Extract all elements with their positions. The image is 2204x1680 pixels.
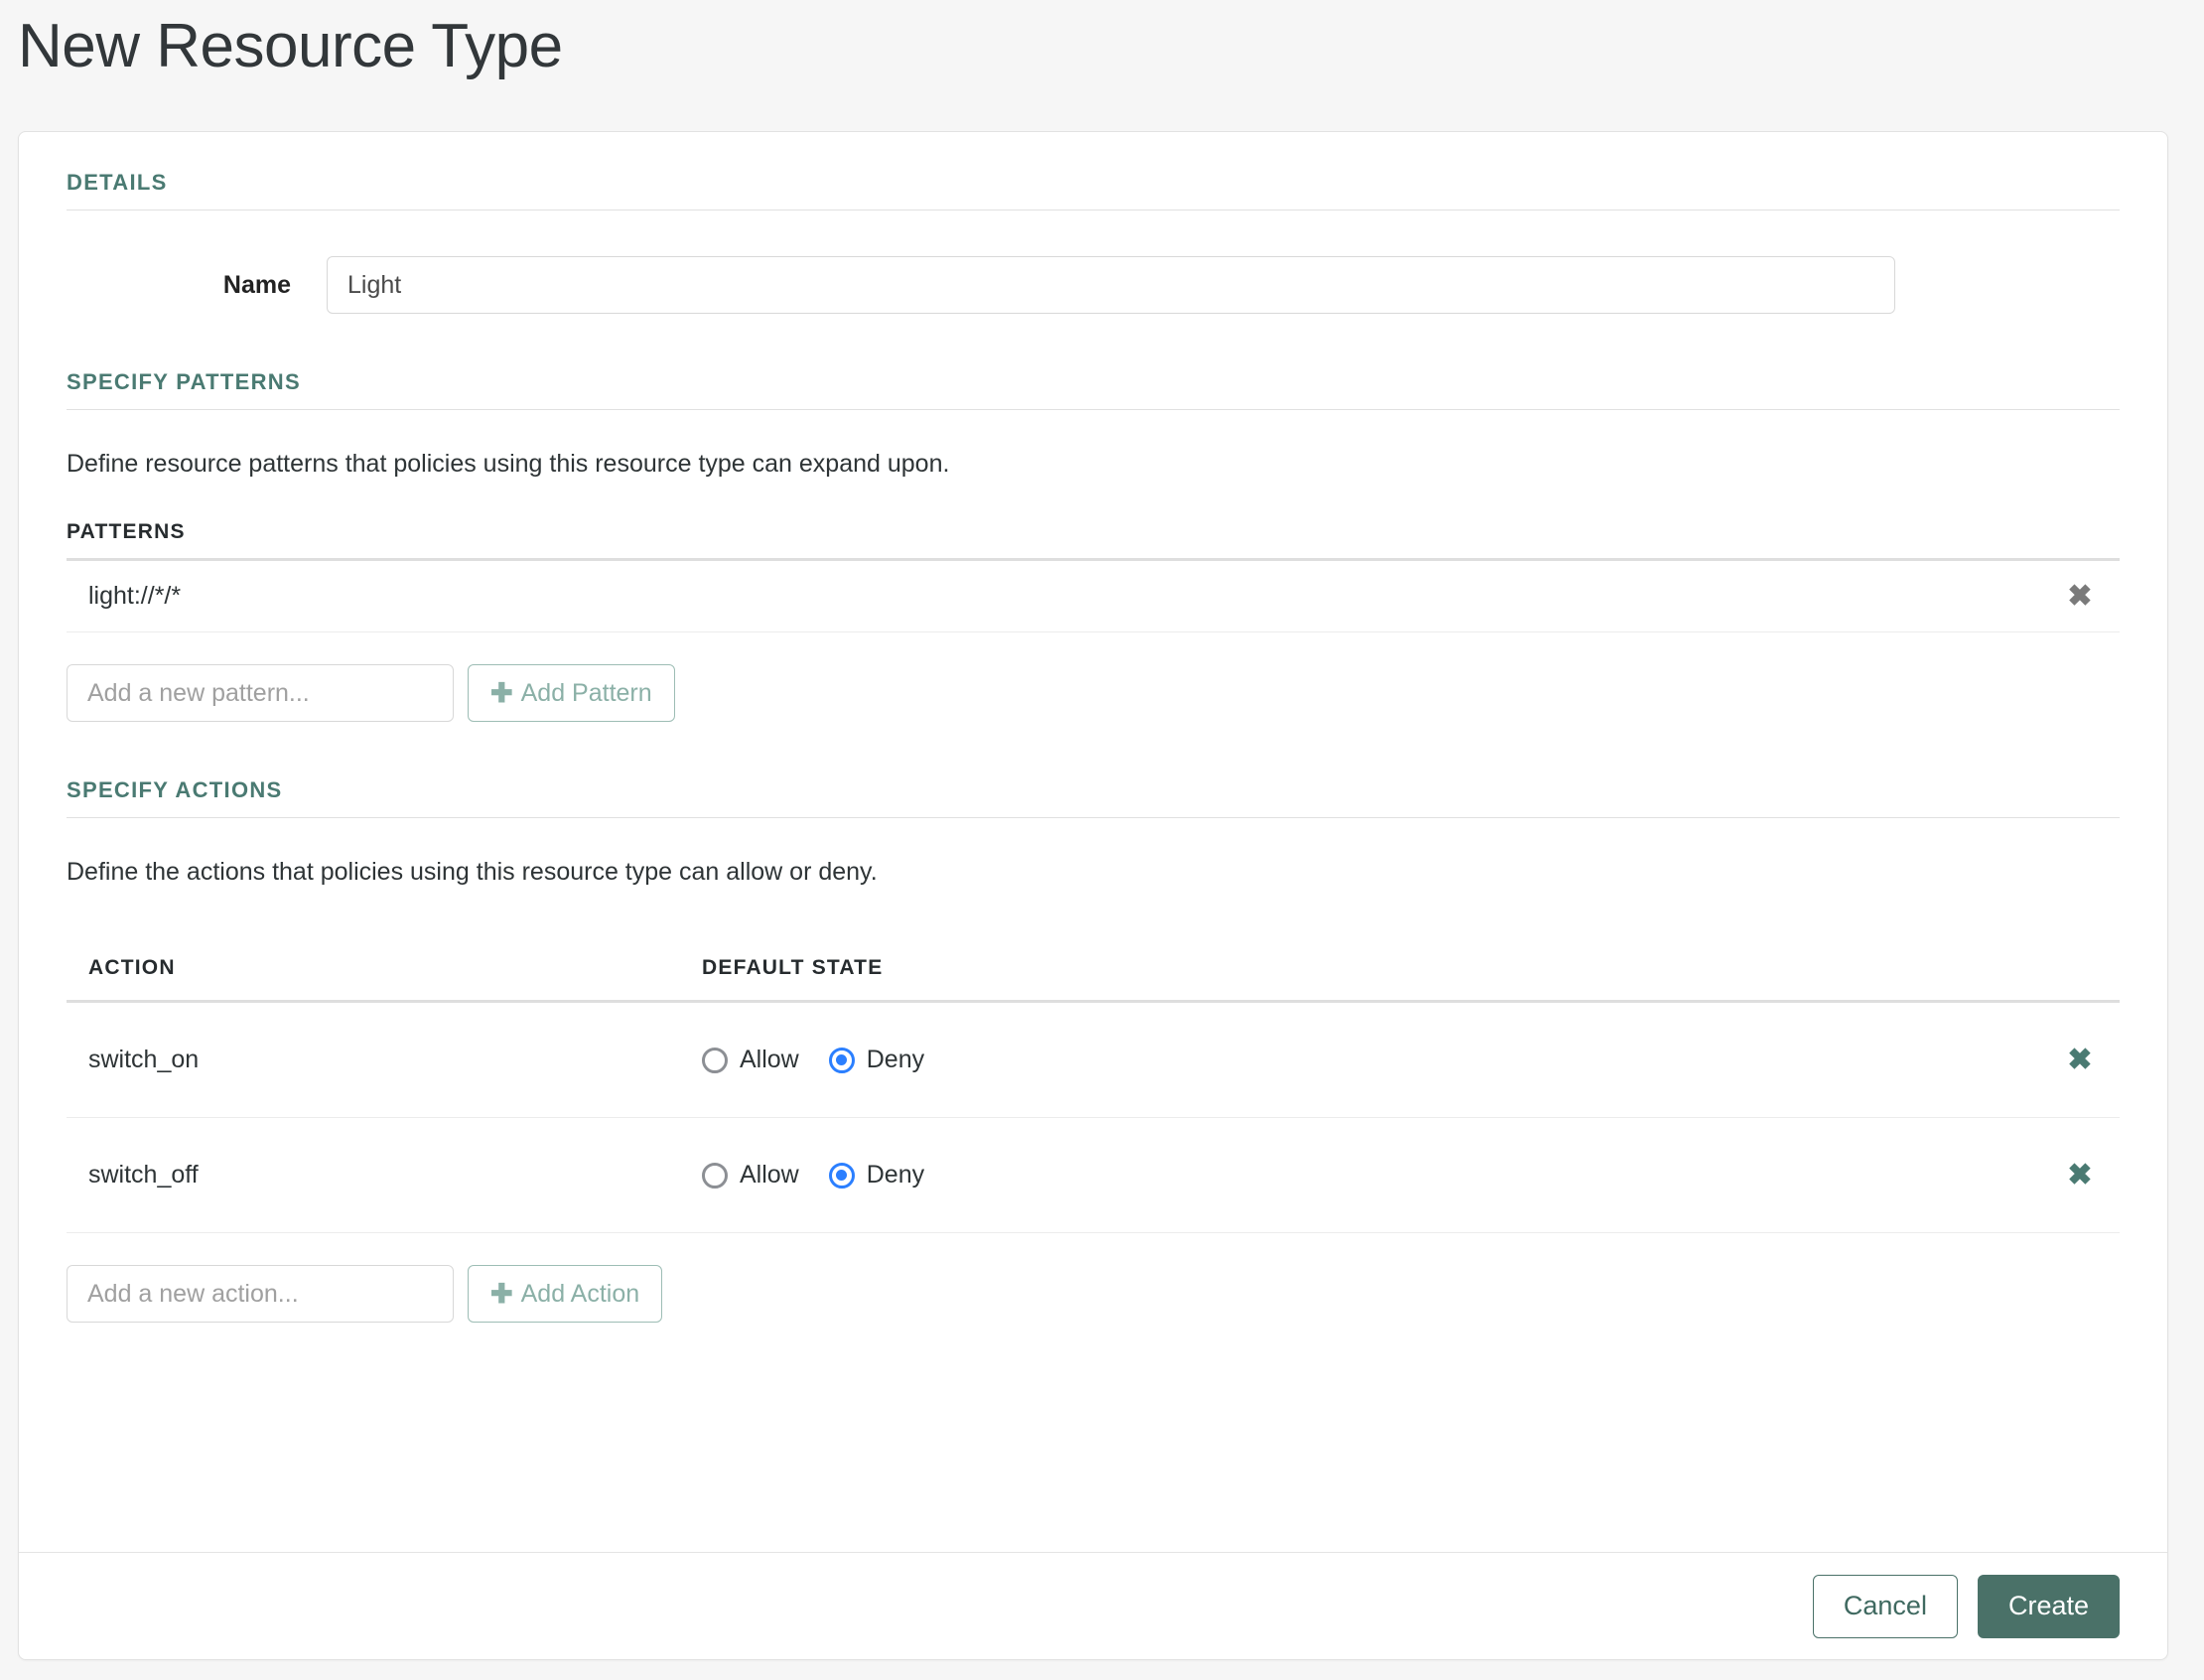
column-header-action: ACTION [67, 956, 702, 980]
page-title: New Resource Type [0, 0, 2204, 78]
radio-deny[interactable]: Deny [829, 1161, 924, 1190]
plus-icon: ✚ [490, 680, 513, 707]
table-row: light://*/* ✖ [67, 561, 2120, 632]
radio-allow-indicator[interactable] [702, 1163, 728, 1189]
specify-patterns-divider [67, 409, 2120, 410]
default-state-radio-group: Allow Deny [702, 1046, 2040, 1074]
default-state-radio-group: Allow Deny [702, 1161, 2040, 1190]
specify-patterns-header: SPECIFY PATTERNS [67, 369, 2120, 395]
add-pattern-row: ✚ Add Pattern [67, 664, 2120, 722]
name-input[interactable] [327, 256, 1895, 314]
radio-allow-label: Allow [740, 1161, 799, 1190]
radio-deny-label: Deny [867, 1046, 924, 1074]
pattern-value: light://*/* [67, 582, 2040, 611]
specify-actions-section: SPECIFY ACTIONS Define the actions that … [67, 722, 2120, 1323]
close-icon[interactable]: ✖ [2040, 582, 2120, 612]
column-header-default-state: DEFAULT STATE [702, 956, 2040, 980]
action-state-cell: Allow Deny [702, 1161, 2040, 1190]
actions-table: ACTION DEFAULT STATE switch_on Allow [67, 942, 2120, 1323]
radio-allow[interactable]: Allow [702, 1046, 799, 1074]
close-icon[interactable]: ✖ [2040, 1161, 2120, 1190]
add-action-button-label: Add Action [521, 1280, 640, 1309]
specify-actions-divider [67, 817, 2120, 818]
patterns-table: PATTERNS light://*/* ✖ ✚ Add Pattern [67, 520, 2120, 722]
close-icon[interactable]: ✖ [2040, 1046, 2120, 1075]
name-label: Name [67, 271, 327, 300]
add-pattern-button[interactable]: ✚ Add Pattern [468, 664, 675, 722]
specify-patterns-section: SPECIFY PATTERNS Define resource pattern… [67, 314, 2120, 722]
form-footer: Cancel Create [19, 1552, 2167, 1659]
details-section-header: DETAILS [67, 170, 2120, 196]
radio-deny[interactable]: Deny [829, 1046, 924, 1074]
name-field-row: Name [67, 256, 2120, 314]
patterns-column-header: PATTERNS [67, 520, 2120, 544]
create-button[interactable]: Create [1978, 1575, 2120, 1638]
cancel-button[interactable]: Cancel [1813, 1575, 1958, 1638]
actions-column-headers: ACTION DEFAULT STATE [67, 942, 2120, 994]
form-body: DETAILS Name SPECIFY PATTERNS Define res… [19, 132, 2167, 1323]
specify-actions-header: SPECIFY ACTIONS [67, 777, 2120, 803]
radio-deny-label: Deny [867, 1161, 924, 1190]
add-pattern-button-label: Add Pattern [521, 679, 652, 708]
action-name: switch_on [67, 1046, 702, 1074]
specify-patterns-description: Define resource patterns that policies u… [67, 450, 2120, 479]
table-row: switch_off Allow Deny [67, 1118, 2120, 1233]
radio-allow-label: Allow [740, 1046, 799, 1074]
action-name: switch_off [67, 1161, 702, 1190]
add-action-button[interactable]: ✚ Add Action [468, 1265, 662, 1323]
table-row: switch_on Allow Deny [67, 1003, 2120, 1118]
radio-allow[interactable]: Allow [702, 1161, 799, 1190]
radio-allow-indicator[interactable] [702, 1048, 728, 1073]
new-pattern-input[interactable] [67, 664, 454, 722]
radio-deny-indicator[interactable] [829, 1163, 855, 1189]
action-state-cell: Allow Deny [702, 1046, 2040, 1074]
plus-icon: ✚ [490, 1281, 513, 1308]
resource-type-form-card: DETAILS Name SPECIFY PATTERNS Define res… [18, 131, 2168, 1660]
radio-deny-indicator[interactable] [829, 1048, 855, 1073]
add-action-row: ✚ Add Action [67, 1265, 2120, 1323]
specify-actions-description: Define the actions that policies using t… [67, 858, 2120, 887]
details-section: DETAILS Name [67, 132, 2120, 314]
new-action-input[interactable] [67, 1265, 454, 1323]
